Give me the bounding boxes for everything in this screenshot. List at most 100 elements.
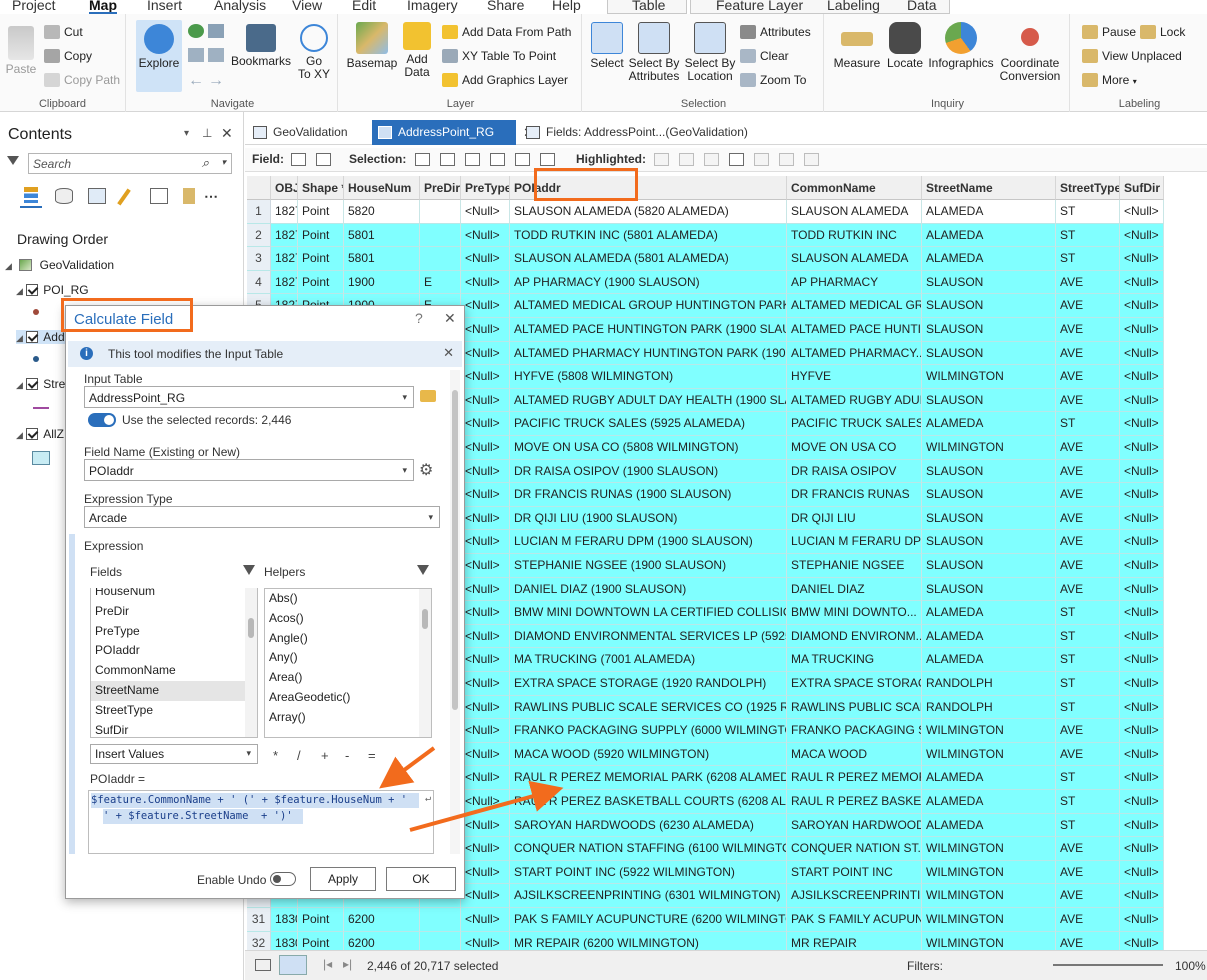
table-cell[interactable]: <Null> xyxy=(1120,436,1164,460)
table-cell[interactable]: DR QIJI LIU xyxy=(787,506,922,531)
pause-labeling-button[interactable]: Pause xyxy=(1082,23,1136,41)
row-number[interactable]: 1 xyxy=(247,200,271,224)
table-cell[interactable]: MACA WOOD xyxy=(787,742,922,767)
field-list-item[interactable]: POIaddr xyxy=(91,641,257,661)
operator-multiply[interactable]: * xyxy=(273,748,278,763)
table-cell[interactable]: ST xyxy=(1056,624,1120,649)
table-cell[interactable]: ST xyxy=(1056,601,1120,625)
expression-editor[interactable]: $feature.CommonName + ' (' + $feature.Ho… xyxy=(88,790,434,854)
visibility-checkbox[interactable] xyxy=(26,331,39,343)
table-cell[interactable]: <Null> xyxy=(461,672,510,696)
table-cell[interactable]: WILMINGTON xyxy=(922,436,1056,460)
field-list-item[interactable]: CommonName xyxy=(91,661,257,681)
column-header[interactable]: StreetName xyxy=(922,176,1056,200)
operator-minus[interactable]: - xyxy=(345,748,349,763)
visibility-checkbox[interactable] xyxy=(26,378,39,390)
pane-options-icon[interactable]: ▾ xyxy=(184,128,189,139)
table-cell[interactable]: ALTAMED PACE HUNTINGTON PARK (1900 SLAUS… xyxy=(510,318,787,342)
table-cell[interactable]: <Null> xyxy=(461,365,510,389)
visibility-checkbox[interactable] xyxy=(26,428,39,440)
table-cell[interactable]: <Null> xyxy=(461,294,510,318)
list-by-source-icon[interactable] xyxy=(55,188,73,204)
table-cell[interactable]: SAROYAN HARDWOODS (6230 ALAMEDA) xyxy=(510,813,787,838)
column-header[interactable]: CommonName xyxy=(787,176,922,200)
zoom-slider[interactable] xyxy=(1053,964,1163,966)
tab-view[interactable]: View xyxy=(292,0,322,13)
table-cell[interactable]: ALTAMED PACE HUNTI... xyxy=(787,318,922,342)
table-cell[interactable]: <Null> xyxy=(461,577,510,602)
cut-button[interactable]: Cut xyxy=(44,23,83,41)
table-cell[interactable]: <Null> xyxy=(461,860,510,885)
add-graphics-layer-button[interactable]: Add Graphics Layer xyxy=(442,71,568,89)
add-data-button[interactable]: Add Data xyxy=(400,22,434,79)
clear-selection-button[interactable]: Clear xyxy=(740,47,789,65)
column-header[interactable]: HouseNum xyxy=(344,176,420,200)
table-cell[interactable]: RANDOLPH xyxy=(922,695,1056,720)
table-cell[interactable]: <Null> xyxy=(1120,766,1164,790)
table-cell[interactable]: <Null> xyxy=(461,530,510,554)
table-cell[interactable]: DIAMOND ENVIRONM... xyxy=(787,624,922,649)
table-cell[interactable]: AVE xyxy=(1056,294,1120,318)
field-list-item[interactable]: StreetType xyxy=(91,701,257,721)
tab-geovalidation-map[interactable]: GeoValidation xyxy=(247,120,369,145)
table-cell[interactable]: <Null> xyxy=(1120,200,1164,224)
zoom-in-icon[interactable] xyxy=(208,24,224,38)
table-cell[interactable]: ST xyxy=(1056,223,1120,248)
table-cell[interactable]: CONQUER NATION ST... xyxy=(787,837,922,861)
layer-geovalidation[interactable]: ◢ GeoValidation xyxy=(5,258,114,272)
table-cell[interactable] xyxy=(420,200,461,224)
table-cell[interactable]: TODD RUTKIN INC xyxy=(787,223,922,248)
table-row[interactable]: 418275Point1900E<Null>AP PHARMACY (1900 … xyxy=(247,270,1207,295)
table-cell[interactable]: <Null> xyxy=(1120,601,1164,625)
table-cell[interactable]: DR FRANCIS RUNAS (1900 SLAUSON) xyxy=(510,483,787,507)
table-cell[interactable]: BMW MINI DOWNTOWN LA CERTIFIED COLLISION… xyxy=(510,601,787,625)
tab-share[interactable]: Share xyxy=(487,0,524,13)
apply-button[interactable]: Apply xyxy=(310,867,376,891)
close-dialog-icon[interactable]: ✕ xyxy=(444,310,456,327)
tab-labeling[interactable]: Labeling xyxy=(827,0,880,13)
help-icon[interactable]: ? xyxy=(415,310,423,326)
table-cell[interactable]: START POINT INC xyxy=(787,860,922,885)
table-cell[interactable]: AJSILKSCREENPRINTING xyxy=(787,884,922,908)
operator-plus[interactable]: + xyxy=(321,748,329,763)
table-cell[interactable]: <Null> xyxy=(1120,695,1164,720)
table-cell[interactable]: Point xyxy=(298,247,344,271)
table-cell[interactable]: PACIFIC TRUCK SALES xyxy=(787,412,922,436)
table-cell[interactable]: AP PHARMACY (1900 SLAUSON) xyxy=(510,270,787,295)
table-cell[interactable]: <Null> xyxy=(461,270,510,295)
view-unplaced-button[interactable]: View Unplaced xyxy=(1082,47,1182,65)
table-cell[interactable]: <Null> xyxy=(1120,341,1164,366)
table-cell[interactable]: WILMINGTON xyxy=(922,884,1056,908)
select-button[interactable]: Select xyxy=(588,22,626,70)
table-cell[interactable]: FRANKO PACKAGING S... xyxy=(787,719,922,743)
pin-icon[interactable]: ⊥ xyxy=(202,126,212,140)
table-cell[interactable]: WILMINGTON xyxy=(922,837,1056,861)
table-cell[interactable]: <Null> xyxy=(1120,790,1164,814)
table-cell[interactable]: <Null> xyxy=(461,742,510,767)
helper-list-item[interactable]: Any() xyxy=(265,648,431,668)
search-dropdown-icon[interactable]: ▾ xyxy=(221,157,226,168)
table-cell[interactable]: RANDOLPH xyxy=(922,672,1056,696)
table-cell[interactable]: HYFVE xyxy=(787,365,922,389)
table-cell[interactable]: <Null> xyxy=(1120,412,1164,436)
expand-icon[interactable]: ◢ xyxy=(16,430,23,440)
table-cell[interactable]: ALAMEDA xyxy=(922,813,1056,838)
go-to-xy-button[interactable]: Go To XY xyxy=(294,24,334,81)
zoom-to-selection-button[interactable]: Zoom To xyxy=(740,71,806,89)
table-cell[interactable]: 18272 xyxy=(271,200,298,224)
table-cell[interactable]: <Null> xyxy=(1120,554,1164,578)
tab-insert[interactable]: Insert xyxy=(147,0,182,13)
table-cell[interactable]: 18275 xyxy=(271,270,298,295)
table-cell[interactable]: <Null> xyxy=(461,601,510,625)
table-cell[interactable]: ST xyxy=(1056,766,1120,790)
table-cell[interactable] xyxy=(420,908,461,932)
table-cell[interactable]: SLAUSON xyxy=(922,388,1056,413)
table-cell[interactable]: <Null> xyxy=(461,719,510,743)
table-cell[interactable]: 1900 xyxy=(344,270,420,295)
tab-help[interactable]: Help xyxy=(552,0,581,13)
table-cell[interactable]: AVE xyxy=(1056,506,1120,531)
table-cell[interactable]: ST xyxy=(1056,200,1120,224)
table-cell[interactable]: <Null> xyxy=(1120,388,1164,413)
table-row[interactable]: 3218303Point6200<Null>MR REPAIR (6200 WI… xyxy=(247,931,1207,950)
row-number[interactable]: 4 xyxy=(247,270,271,295)
